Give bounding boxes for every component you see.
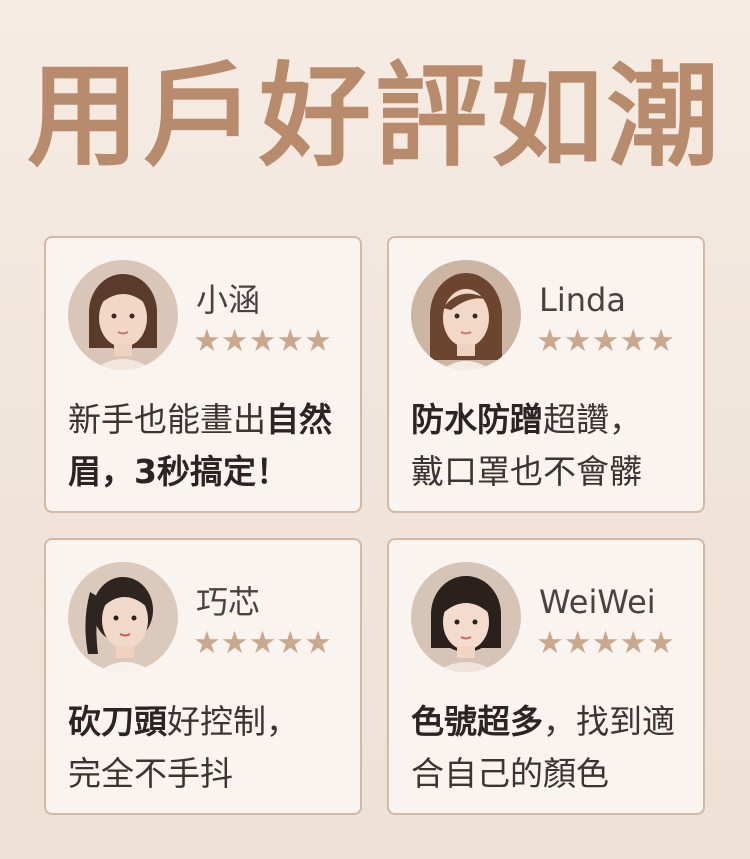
avatar <box>68 562 178 672</box>
review-card: 小涵 ★★★★★ 新手也能畫出自然眉，3秒搞定！ <box>44 236 362 513</box>
review-text: 防水防蹭超讚， 戴口罩也不會髒 <box>411 400 642 491</box>
avatar <box>68 260 178 370</box>
star-rating: ★★★★★ <box>536 323 675 359</box>
page-title: 用戶好評如潮 <box>27 52 723 182</box>
reviewer-name: WeiWei <box>539 583 656 621</box>
reviewer-name: Linda <box>539 281 626 319</box>
reviewer-name: 巧芯 <box>196 583 261 621</box>
avatar <box>411 562 521 672</box>
review-text: 砍刀頭好控制， 完全不手抖 <box>68 702 299 793</box>
star-rating: ★★★★★ <box>193 323 332 359</box>
review-card: WeiWei ★★★★★ 色號超多，找到適 合自己的顏色 <box>387 538 705 815</box>
review-text: 新手也能畫出自然眉，3秒搞定！ <box>68 400 332 491</box>
review-card: Linda ★★★★★ 防水防蹭超讚， 戴口罩也不會髒 <box>387 236 705 513</box>
reviewer-name: 小涵 <box>196 281 261 319</box>
star-rating: ★★★★★ <box>193 625 332 661</box>
review-card: 巧芯 ★★★★★ 砍刀頭好控制， 完全不手抖 <box>44 538 362 815</box>
star-rating: ★★★★★ <box>536 625 675 661</box>
avatar <box>411 260 521 370</box>
review-text: 色號超多，找到適 合自己的顏色 <box>411 702 675 793</box>
